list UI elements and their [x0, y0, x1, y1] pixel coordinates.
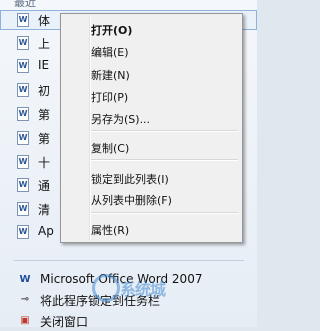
menu-separator	[91, 212, 238, 214]
recent-item-label: 初	[38, 84, 51, 98]
menu-separator	[91, 130, 238, 132]
watermark: 系统城	[80, 266, 257, 306]
divider	[14, 260, 244, 261]
word-doc-icon: W	[17, 13, 29, 27]
menu-item-print[interactable]: 打印(P)	[91, 89, 128, 105]
menu-item-edit[interactable]: 编辑(E)	[91, 44, 129, 60]
recent-item-label: Ap	[38, 224, 54, 238]
word-doc-icon: W	[17, 202, 29, 216]
menu-separator	[91, 159, 238, 161]
recent-item-label: 第	[38, 108, 51, 122]
word-doc-icon: W	[17, 107, 29, 121]
recent-item-label: 第	[38, 132, 51, 146]
menu-item-save-as[interactable]: 另存为(S)...	[91, 111, 150, 127]
word-doc-icon: W	[17, 59, 29, 73]
word-doc-icon: W	[17, 178, 29, 192]
menu-item-pin-to-list[interactable]: 锁定到此列表(I)	[91, 171, 169, 187]
task-label: 关闭窗口	[40, 315, 89, 329]
recent-item-label: 上	[38, 37, 51, 51]
menu-item-open[interactable]: 打开(O)	[91, 22, 132, 38]
word-doc-icon: W	[17, 225, 29, 239]
word-doc-icon: W	[17, 155, 29, 169]
context-menu: 打开(O) 编辑(E) 新建(N) 打印(P) 另存为(S)... 复制(C) …	[60, 13, 243, 243]
word-doc-icon: W	[17, 83, 29, 97]
close-window-icon: ▣	[20, 315, 30, 326]
task-close-window[interactable]: ▣ 关闭窗口	[0, 311, 257, 331]
recent-item-label: 清	[38, 203, 51, 217]
recent-item-label: 通	[38, 179, 51, 193]
pin-icon: ⊸	[20, 294, 30, 305]
recent-item-label: 十	[38, 156, 51, 170]
watermark-text: 系统城	[120, 280, 166, 299]
word-doc-icon: W	[17, 36, 29, 50]
word-app-icon: W	[19, 274, 31, 285]
menu-item-new[interactable]: 新建(N)	[91, 67, 130, 83]
recent-item-label: 体	[38, 14, 51, 28]
recent-header: 最近	[14, 0, 36, 9]
recent-item-label: IE	[38, 58, 50, 72]
word-doc-icon: W	[17, 131, 29, 145]
menu-item-copy[interactable]: 复制(C)	[91, 140, 129, 156]
menu-item-properties[interactable]: 属性(R)	[91, 222, 129, 238]
watermark-logo-icon	[92, 274, 120, 302]
menu-item-remove-from-list[interactable]: 从列表中删除(F)	[91, 192, 172, 208]
